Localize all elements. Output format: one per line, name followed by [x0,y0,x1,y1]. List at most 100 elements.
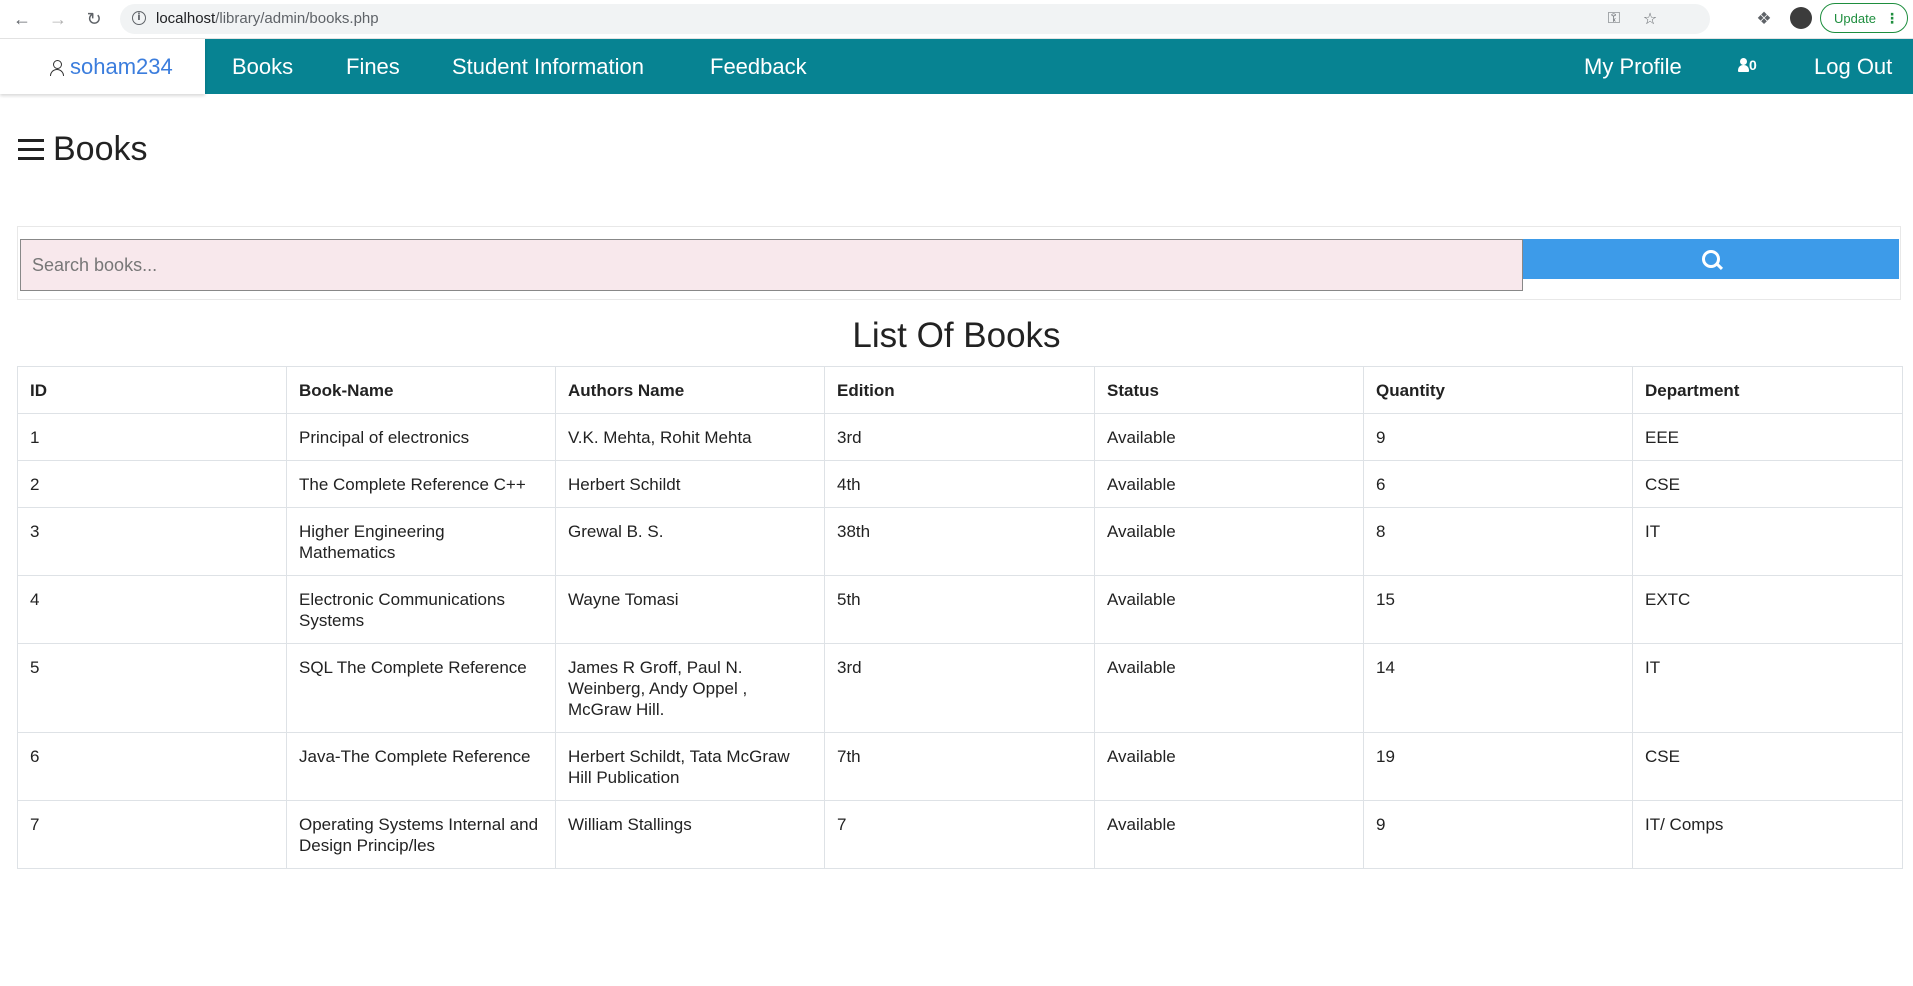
cell-authors: James R Groff, Paul N. Weinberg, Andy Op… [555,643,825,733]
url-host: localhost [156,10,216,27]
cell-book-name: SQL The Complete Reference [286,643,556,733]
url-path: /library/admin/books.php [215,10,379,27]
nav-my-profile[interactable]: My Profile [1584,39,1682,94]
header-quantity: Quantity [1363,366,1633,414]
header-authors-name: Authors Name [555,366,825,414]
update-label: Update [1834,10,1876,26]
cell-department: CSE [1632,732,1903,801]
table-row: 6 Java-The Complete Reference Herbert Sc… [17,732,1903,801]
books-table: ID Book-Name Authors Name Edition Status… [17,366,1903,869]
page-title-text: Books [53,130,148,168]
cell-status: Available [1094,413,1364,461]
cell-edition: 5th [824,575,1095,644]
table-row: 3 Higher Engineering Mathematics Grewal … [17,507,1903,576]
cell-department: EEE [1632,413,1903,461]
search-bar [17,226,1901,300]
cell-department: IT [1632,507,1903,576]
site-info-icon[interactable]: i [132,11,146,25]
cell-authors: Herbert Schildt [555,460,825,508]
cell-edition: 3rd [824,413,1095,461]
cell-id: 3 [17,507,287,576]
reload-icon[interactable]: ↻ [82,7,106,31]
cell-id: 2 [17,460,287,508]
cell-book-name: The Complete Reference C++ [286,460,556,508]
cell-status: Available [1094,732,1364,801]
brand-username: soham234 [70,53,173,79]
cell-id: 6 [17,732,287,801]
cell-department: EXTC [1632,575,1903,644]
nav-books[interactable]: Books [232,39,293,94]
cell-quantity: 19 [1363,732,1633,801]
nav-logout[interactable]: Log Out [1814,39,1892,94]
user-icon [50,59,64,76]
cell-quantity: 6 [1363,460,1633,508]
cell-edition: 4th [824,460,1095,508]
search-input[interactable] [20,239,1523,291]
cell-authors: William Stallings [555,800,825,869]
table-row: 7 Operating Systems Internal and Design … [17,800,1903,869]
forward-arrow-icon[interactable]: → [46,7,70,31]
back-arrow-icon[interactable]: ← [10,7,34,31]
cell-department: CSE [1632,460,1903,508]
search-button[interactable] [1523,239,1899,279]
table-row: 5 SQL The Complete Reference James R Gro… [17,643,1903,733]
browser-toolbar: ← → ↻ i localhost/library/admin/books.ph… [0,0,1913,39]
table-header-row: ID Book-Name Authors Name Edition Status… [17,366,1903,414]
extensions-puzzle-icon[interactable]: ❖ [1752,7,1776,31]
update-button[interactable]: Update ⋮ [1820,3,1908,33]
cell-status: Available [1094,460,1364,508]
nav-fines[interactable]: Fines [346,39,400,94]
cell-edition: 7th [824,732,1095,801]
cell-authors: V.K. Mehta, Rohit Mehta [555,413,825,461]
bookmark-star-icon[interactable]: ☆ [1639,8,1661,30]
header-edition: Edition [824,366,1095,414]
cell-id: 1 [17,413,287,461]
more-menu-icon[interactable]: ⋮ [1885,10,1899,26]
list-title: List Of Books [852,316,1061,355]
cell-book-name: Higher Engineering Mathematics [286,507,556,576]
cell-id: 4 [17,575,287,644]
header-department: Department [1632,366,1903,414]
cell-book-name: Electronic Communications Systems [286,575,556,644]
cell-book-name: Operating Systems Internal and Design Pr… [286,800,556,869]
cell-id: 7 [17,800,287,869]
cell-quantity: 15 [1363,575,1633,644]
cell-status: Available [1094,575,1364,644]
header-book-name: Book-Name [286,366,556,414]
cell-authors: Grewal B. S. [555,507,825,576]
cell-quantity: 14 [1363,643,1633,733]
notification-user-icon[interactable]: 0 [1738,50,1757,80]
cell-quantity: 9 [1363,800,1633,869]
table-row: 2 The Complete Reference C++ Herbert Sch… [17,460,1903,508]
hamburger-menu-icon[interactable] [18,138,44,161]
cell-id: 5 [17,643,287,733]
brand-user[interactable]: soham234 [0,39,205,94]
cell-department: IT [1632,643,1903,733]
cell-book-name: Principal of electronics [286,413,556,461]
key-icon[interactable]: ⚿ [1603,8,1625,30]
cell-quantity: 9 [1363,413,1633,461]
address-url[interactable]: localhost/library/admin/books.php [156,10,379,27]
cell-status: Available [1094,800,1364,869]
table-row: 4 Electronic Communications Systems Wayn… [17,575,1903,644]
person-icon [1738,58,1749,72]
page-title: Books [18,130,148,169]
cell-edition: 7 [824,800,1095,869]
header-id: ID [17,366,287,414]
main-navbar: soham234 Books Fines Student Information… [0,39,1913,94]
notification-count: 0 [1749,57,1757,73]
cell-book-name: Java-The Complete Reference [286,732,556,801]
table-row: 1 Principal of electronics V.K. Mehta, R… [17,413,1903,461]
cell-authors: Herbert Schildt, Tata McGraw Hill Public… [555,732,825,801]
address-bar[interactable]: i localhost/library/admin/books.php ⚿ ☆ [120,4,1710,34]
cell-status: Available [1094,507,1364,576]
cell-edition: 38th [824,507,1095,576]
cell-authors: Wayne Tomasi [555,575,825,644]
nav-feedback[interactable]: Feedback [710,39,807,94]
profile-avatar[interactable] [1790,7,1812,29]
cell-edition: 3rd [824,643,1095,733]
header-status: Status [1094,366,1364,414]
cell-quantity: 8 [1363,507,1633,576]
nav-student-information[interactable]: Student Information [452,39,644,94]
cell-department: IT/ Comps [1632,800,1903,869]
